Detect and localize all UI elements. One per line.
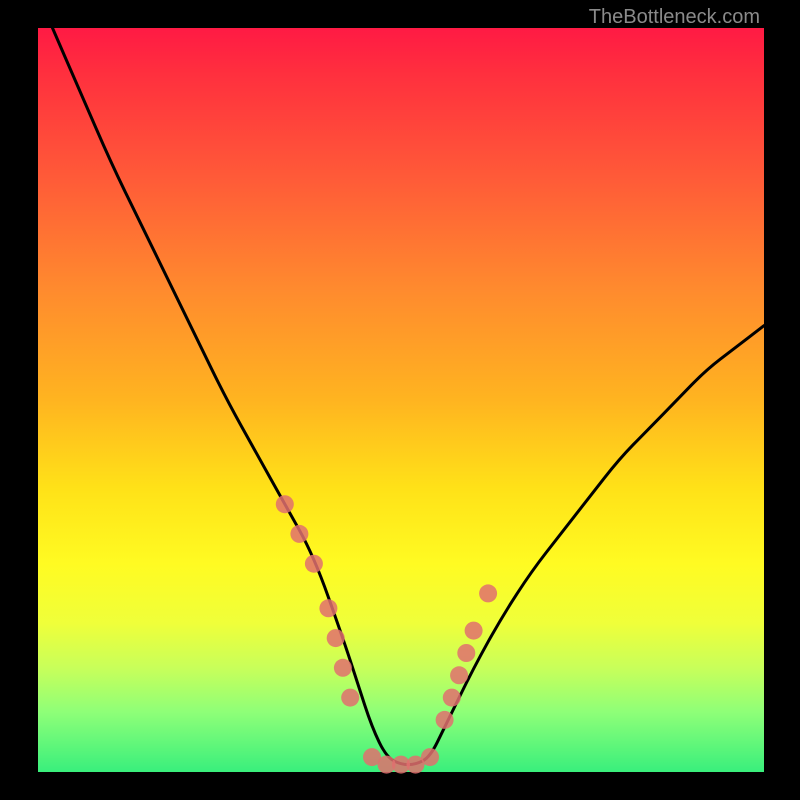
marker-point xyxy=(327,629,345,647)
bottleneck-curve xyxy=(53,28,765,765)
marker-point xyxy=(479,584,497,602)
plot-area xyxy=(38,28,764,772)
watermark-text: TheBottleneck.com xyxy=(589,6,760,29)
marker-point xyxy=(341,689,359,707)
marker-point xyxy=(450,666,468,684)
marker-point xyxy=(276,495,294,513)
marker-point xyxy=(305,555,323,573)
marker-point xyxy=(436,711,454,729)
marker-point xyxy=(443,689,461,707)
chart-frame: TheBottleneck.com xyxy=(0,0,800,800)
marker-point xyxy=(421,748,439,766)
marker-point xyxy=(457,644,475,662)
marker-point xyxy=(319,599,337,617)
curve-layer xyxy=(38,28,764,772)
highlight-markers xyxy=(276,495,497,773)
marker-point xyxy=(465,622,483,640)
marker-point xyxy=(334,659,352,677)
marker-point xyxy=(290,525,308,543)
